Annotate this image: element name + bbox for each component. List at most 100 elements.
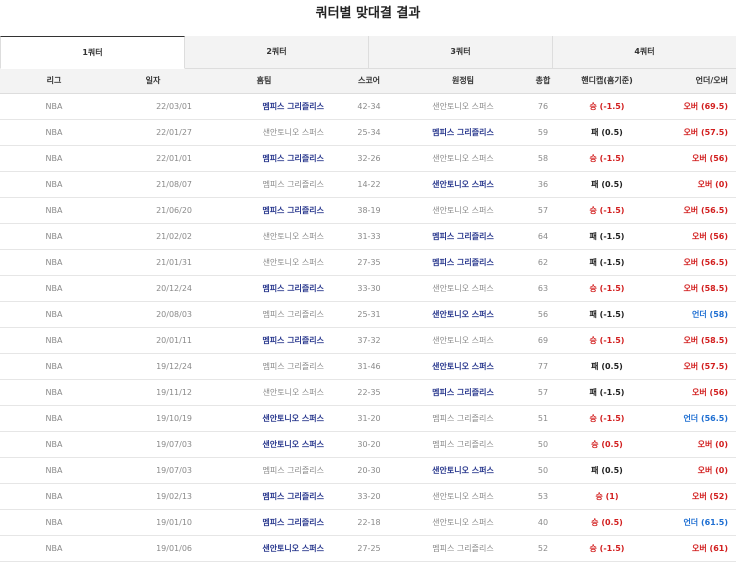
- league-cell: NBA: [0, 302, 108, 328]
- over-under-cell: 오버 (56.5): [646, 198, 736, 224]
- total-cell: 51: [518, 406, 568, 432]
- over-under-cell: 오버 (56): [646, 146, 736, 172]
- away-team-cell[interactable]: 샌안토니오 스퍼스: [408, 198, 518, 224]
- date-cell: 22/01/27: [108, 120, 198, 146]
- date-cell: 19/02/13: [108, 484, 198, 510]
- away-team-cell[interactable]: 샌안토니오 스퍼스: [408, 328, 518, 354]
- over-under-cell: 오버 (69.5): [646, 94, 736, 120]
- away-team-cell[interactable]: 멤피스 그리즐리스: [408, 406, 518, 432]
- away-team-cell[interactable]: 샌안토니오 스퍼스: [408, 484, 518, 510]
- home-team-cell[interactable]: 샌안토니오 스퍼스: [198, 432, 330, 458]
- tab-quarter-2[interactable]: 2쿼터: [185, 36, 369, 68]
- home-team-cell[interactable]: 멤피스 그리즐리스: [198, 510, 330, 536]
- away-team-cell[interactable]: 멤피스 그리즐리스: [408, 536, 518, 562]
- date-cell: 20/12/24: [108, 276, 198, 302]
- over-under-cell: 오버 (0): [646, 172, 736, 198]
- home-team-cell[interactable]: 멤피스 그리즐리스: [198, 146, 330, 172]
- over-under-cell: 오버 (52): [646, 484, 736, 510]
- away-team-cell[interactable]: 멤피스 그리즐리스: [408, 120, 518, 146]
- away-team-cell[interactable]: 샌안토니오 스퍼스: [408, 302, 518, 328]
- over-under-cell: 오버 (57.5): [646, 120, 736, 146]
- score-cell: 31-46: [330, 354, 408, 380]
- total-cell: 50: [518, 458, 568, 484]
- home-team-cell[interactable]: 멤피스 그리즐리스: [198, 354, 330, 380]
- away-team-cell[interactable]: 샌안토니오 스퍼스: [408, 510, 518, 536]
- home-team-cell[interactable]: 샌안토니오 스퍼스: [198, 250, 330, 276]
- date-cell: 19/07/03: [108, 458, 198, 484]
- handicap-cell: 패 (0.5): [568, 354, 646, 380]
- home-team-cell[interactable]: 멤피스 그리즐리스: [198, 458, 330, 484]
- column-header-handicap: 핸디캡(홈기준): [568, 69, 646, 94]
- over-under-cell: 언더 (56.5): [646, 406, 736, 432]
- date-cell: 19/01/10: [108, 510, 198, 536]
- home-team-cell[interactable]: 멤피스 그리즐리스: [198, 302, 330, 328]
- column-header-score: 스코어: [330, 69, 408, 94]
- handicap-cell: 패 (-1.5): [568, 224, 646, 250]
- score-cell: 37-32: [330, 328, 408, 354]
- home-team-cell[interactable]: 샌안토니오 스퍼스: [198, 536, 330, 562]
- away-team-cell[interactable]: 샌안토니오 스퍼스: [408, 146, 518, 172]
- total-cell: 40: [518, 510, 568, 536]
- away-team-cell[interactable]: 멤피스 그리즐리스: [408, 224, 518, 250]
- home-team-cell[interactable]: 샌안토니오 스퍼스: [198, 224, 330, 250]
- score-cell: 31-20: [330, 406, 408, 432]
- handicap-cell: 승 (1): [568, 484, 646, 510]
- league-cell: NBA: [0, 224, 108, 250]
- league-cell: NBA: [0, 458, 108, 484]
- score-cell: 30-20: [330, 432, 408, 458]
- score-cell: 27-25: [330, 536, 408, 562]
- date-cell: 20/08/03: [108, 302, 198, 328]
- away-team-cell[interactable]: 샌안토니오 스퍼스: [408, 172, 518, 198]
- home-team-cell[interactable]: 샌안토니오 스퍼스: [198, 380, 330, 406]
- score-cell: 32-26: [330, 146, 408, 172]
- score-cell: 20-30: [330, 458, 408, 484]
- home-team-cell[interactable]: 멤피스 그리즐리스: [198, 328, 330, 354]
- date-cell: 21/06/20: [108, 198, 198, 224]
- home-team-cell[interactable]: 샌안토니오 스퍼스: [198, 120, 330, 146]
- league-cell: NBA: [0, 276, 108, 302]
- handicap-cell: 승 (0.5): [568, 432, 646, 458]
- away-team-cell[interactable]: 샌안토니오 스퍼스: [408, 94, 518, 120]
- league-cell: NBA: [0, 146, 108, 172]
- home-team-cell[interactable]: 멤피스 그리즐리스: [198, 172, 330, 198]
- handicap-cell: 승 (-1.5): [568, 328, 646, 354]
- home-team-cell[interactable]: 멤피스 그리즐리스: [198, 276, 330, 302]
- handicap-cell: 승 (-1.5): [568, 94, 646, 120]
- score-cell: 22-18: [330, 510, 408, 536]
- handicap-cell: 승 (-1.5): [568, 198, 646, 224]
- score-cell: 42-34: [330, 94, 408, 120]
- tab-quarter-4[interactable]: 4쿼터: [553, 36, 736, 68]
- over-under-cell: 오버 (58.5): [646, 328, 736, 354]
- total-cell: 62: [518, 250, 568, 276]
- total-cell: 69: [518, 328, 568, 354]
- total-cell: 57: [518, 198, 568, 224]
- away-team-cell[interactable]: 멤피스 그리즐리스: [408, 432, 518, 458]
- tab-quarter-1[interactable]: 1쿼터: [0, 36, 185, 69]
- league-cell: NBA: [0, 94, 108, 120]
- tab-quarter-3[interactable]: 3쿼터: [369, 36, 553, 68]
- league-cell: NBA: [0, 250, 108, 276]
- column-header-league: 리그: [0, 69, 108, 94]
- away-team-cell[interactable]: 샌안토니오 스퍼스: [408, 276, 518, 302]
- home-team-cell[interactable]: 멤피스 그리즐리스: [198, 484, 330, 510]
- league-cell: NBA: [0, 536, 108, 562]
- league-cell: NBA: [0, 354, 108, 380]
- handicap-cell: 패 (0.5): [568, 172, 646, 198]
- home-team-cell[interactable]: 멤피스 그리즐리스: [198, 94, 330, 120]
- date-cell: 20/01/11: [108, 328, 198, 354]
- handicap-cell: 승 (-1.5): [568, 406, 646, 432]
- away-team-cell[interactable]: 멤피스 그리즐리스: [408, 250, 518, 276]
- away-team-cell[interactable]: 멤피스 그리즐리스: [408, 380, 518, 406]
- score-cell: 31-33: [330, 224, 408, 250]
- total-cell: 77: [518, 354, 568, 380]
- quarter-tabs: 1쿼터 2쿼터 3쿼터 4쿼터: [0, 36, 736, 69]
- home-team-cell[interactable]: 멤피스 그리즐리스: [198, 198, 330, 224]
- home-team-cell[interactable]: 샌안토니오 스퍼스: [198, 406, 330, 432]
- away-team-cell[interactable]: 샌안토니오 스퍼스: [408, 354, 518, 380]
- over-under-cell: 오버 (56): [646, 380, 736, 406]
- total-cell: 59: [518, 120, 568, 146]
- score-cell: 33-20: [330, 484, 408, 510]
- over-under-cell: 오버 (61): [646, 536, 736, 562]
- handicap-cell: 패 (-1.5): [568, 250, 646, 276]
- away-team-cell[interactable]: 샌안토니오 스퍼스: [408, 458, 518, 484]
